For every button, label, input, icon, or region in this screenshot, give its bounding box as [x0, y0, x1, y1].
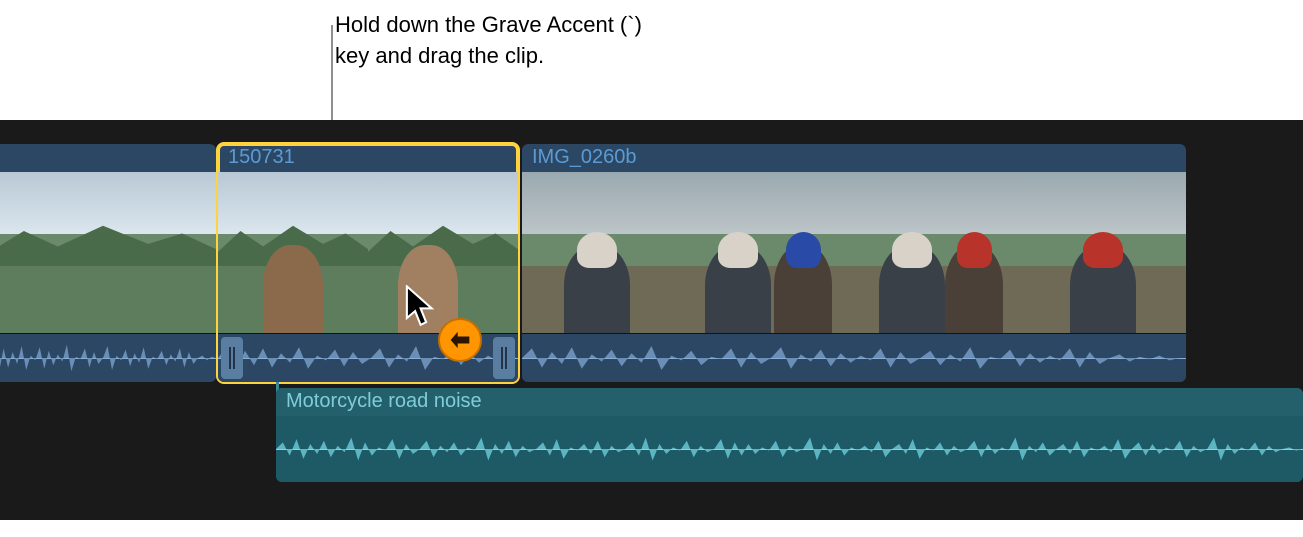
clip-audio-waveform[interactable]	[276, 416, 1303, 482]
clip-filmstrip	[522, 172, 1186, 334]
callout-line-1: Hold down the Grave Accent (`)	[335, 10, 642, 41]
video-clip[interactable]	[0, 144, 216, 382]
callout-line-2: key and drag the clip.	[335, 41, 642, 72]
trim-handle-right[interactable]	[493, 337, 515, 379]
clip-filmstrip	[218, 172, 518, 334]
clip-audio-waveform[interactable]	[0, 334, 216, 382]
instruction-callout: Hold down the Grave Accent (`) key and d…	[335, 10, 642, 72]
clip-filmstrip	[0, 172, 216, 334]
primary-storyline[interactable]: 150731 IMG_0260b	[0, 144, 1303, 382]
video-clip[interactable]: IMG_0260b	[522, 144, 1186, 382]
position-tool-icon	[438, 318, 482, 362]
clip-audio-waveform[interactable]	[522, 334, 1186, 382]
connected-audio-clip[interactable]: Motorcycle road noise	[276, 388, 1303, 482]
trim-handle-left[interactable]	[221, 337, 243, 379]
timeline[interactable]: 150731 IMG_0260b	[0, 120, 1303, 520]
